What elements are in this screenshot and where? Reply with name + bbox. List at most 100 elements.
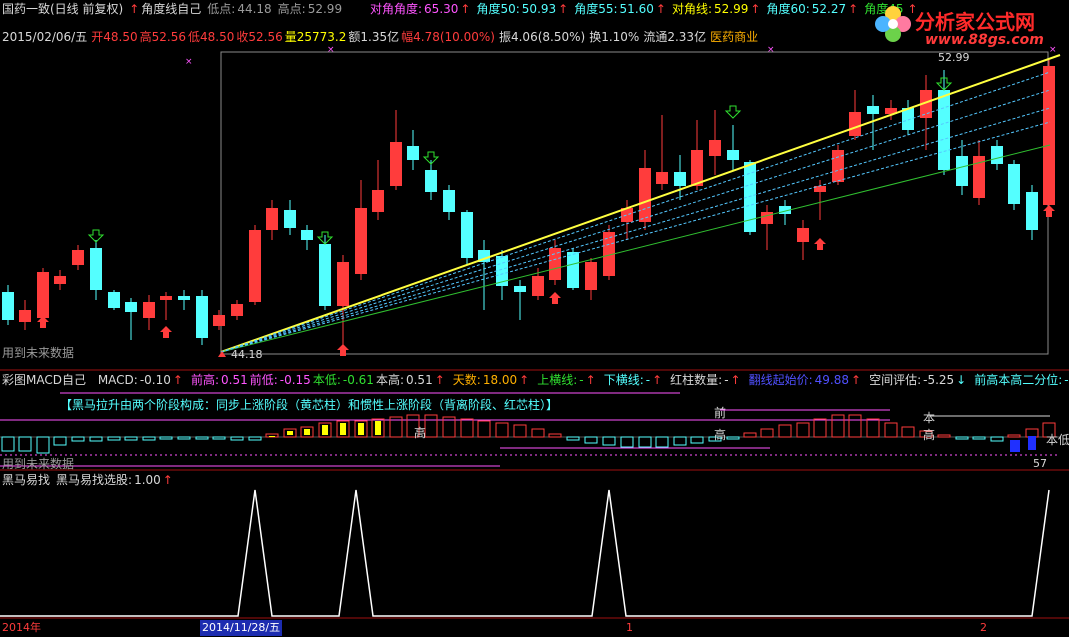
macd-bar-31	[548, 433, 562, 438]
candle-body-33	[585, 262, 597, 290]
macd-bar-55	[972, 436, 986, 440]
up-signal-arrow-icon-3	[549, 292, 561, 304]
macd-panel-header: 彩图MACD自己 MACD: -0.10 ↑ 前高: 0.51 前低: -0.15 本低: -0…	[2, 372, 1069, 388]
macd-bar-14	[248, 436, 262, 441]
candle-body-18	[319, 244, 331, 306]
candle-body-43	[761, 212, 773, 224]
signal-line	[0, 489, 1050, 617]
macd-bar-7	[124, 436, 138, 441]
macd-title[interactable]: 彩图MACD自己	[2, 373, 86, 387]
axis-cursor-date[interactable]: 2014/11/28/五	[200, 620, 283, 636]
candle-body-37	[656, 172, 668, 184]
macd-bar-26	[460, 418, 474, 438]
macd-item-value-1: 0.51	[221, 373, 248, 387]
macd-mark-high-3: 高	[923, 428, 936, 442]
macd-item-value-7: -	[645, 373, 651, 387]
macd-bar-44	[778, 424, 792, 438]
angle-line-0	[220, 71, 1051, 353]
macd-bar-32	[566, 436, 580, 441]
cross-marker-2: ×	[767, 45, 775, 55]
macd-bar-36	[638, 436, 652, 448]
macd-bar-51	[901, 426, 915, 438]
macd-bar-9	[159, 436, 173, 440]
macd-bar-33	[584, 436, 598, 444]
buy-signal-down-arrow-icon-3	[724, 105, 742, 119]
candle-body-10	[178, 296, 190, 300]
macd-mark-high-1: 高	[414, 426, 427, 440]
signal-series-value: 1.00	[134, 473, 161, 487]
macd-mark-this-low: 本低	[1046, 433, 1069, 447]
candle-body-48	[849, 112, 861, 136]
candle-body-2	[37, 272, 49, 318]
macd-yellow-core-19	[340, 423, 346, 435]
macd-item-value-3: -0.61	[342, 373, 374, 387]
macd-bar-4	[71, 436, 85, 442]
high-point-label: 52.99	[938, 51, 970, 64]
macd-bar-50	[884, 422, 898, 438]
candle-body-32	[567, 252, 579, 288]
candle-body-4	[72, 250, 84, 265]
macd-bar-48	[848, 414, 862, 438]
up-arrow-icon: ↑	[730, 373, 741, 387]
up-signal-arrow-icon-1	[160, 326, 172, 338]
macd-item-value-10: -5.25	[923, 373, 955, 387]
candle-body-16	[284, 210, 296, 228]
candle-body-53	[938, 90, 950, 170]
up-arrow-icon: ↑	[434, 373, 445, 387]
macd-item-label-5: 天数:	[452, 373, 481, 387]
macd-bar-1	[18, 436, 32, 452]
candle-body-45	[797, 228, 809, 242]
macd-item-label-6: 上横线:	[537, 373, 578, 387]
macd-bar-54	[955, 436, 969, 440]
future-data-note: 用到未来数据	[2, 346, 75, 360]
macd-bar-13	[230, 436, 244, 441]
candle-body-5	[90, 248, 102, 290]
macd-item-label-9: 翻线起始价:	[748, 373, 813, 387]
macd-bar-39	[690, 436, 704, 444]
macd-item-value-6: -	[579, 373, 584, 387]
macd-bar-53	[937, 434, 951, 438]
macd-bar-5	[89, 436, 103, 442]
signal-title[interactable]: 黑马易找	[2, 473, 50, 487]
macd-bar-10	[177, 436, 191, 440]
signal-series-label: 黑马易找选股:	[56, 473, 133, 487]
macd-item-label-0: MACD:	[97, 373, 138, 387]
up-arrow-icon: ↑	[652, 373, 663, 387]
candle-body-47	[832, 150, 844, 182]
macd-item-value-8: -	[724, 373, 729, 387]
macd-item-label-10: 空间评估:	[869, 373, 922, 387]
candle-body-12	[213, 315, 225, 326]
macd-bar-29	[513, 424, 527, 438]
macd-item-value-9: 49.88	[814, 373, 849, 387]
macd-mark-this: 本	[923, 411, 936, 425]
candle-body-7	[125, 302, 137, 312]
candle-body-42	[744, 162, 756, 232]
candle-body-24	[425, 170, 437, 192]
candle-body-8	[143, 302, 155, 318]
up-signal-arrow-icon-5	[1043, 205, 1055, 217]
macd-item-label-8: 红柱数量:	[670, 373, 723, 387]
macd-item-label-3: 本低:	[312, 373, 341, 387]
macd-bar-38	[673, 436, 687, 446]
candle-body-13	[231, 304, 243, 316]
macd-bar-24	[424, 414, 438, 438]
chart-canvas[interactable]: × × × ×	[0, 0, 1069, 637]
macd-bar-41	[726, 436, 740, 440]
macd-bar-43	[760, 428, 774, 438]
cross-marker-0: ×	[185, 57, 193, 67]
candle-body-11	[196, 296, 208, 338]
candle-body-6	[108, 292, 120, 308]
candle-body-30	[532, 276, 544, 296]
macd-bar-12	[212, 436, 226, 440]
candle-body-36	[639, 168, 651, 222]
macd-description: 【黑马拉升由两个阶段构成：同步上涨阶段（黄芯柱）和惯性上涨阶段（背离阶段、红芯柱…	[60, 398, 559, 412]
macd-item-label-11: 前高本高二分位:	[974, 373, 1063, 387]
candle-body-38	[674, 172, 686, 186]
candle-body-3	[54, 276, 66, 284]
up-arrow-icon: ↑	[585, 373, 596, 387]
macd-bar-8	[142, 436, 156, 441]
macd-yellow-core-20	[358, 423, 364, 435]
candle-body-9	[160, 296, 172, 300]
macd-yellow-core-18	[322, 425, 328, 435]
macd-yellow-core-17	[304, 429, 310, 435]
